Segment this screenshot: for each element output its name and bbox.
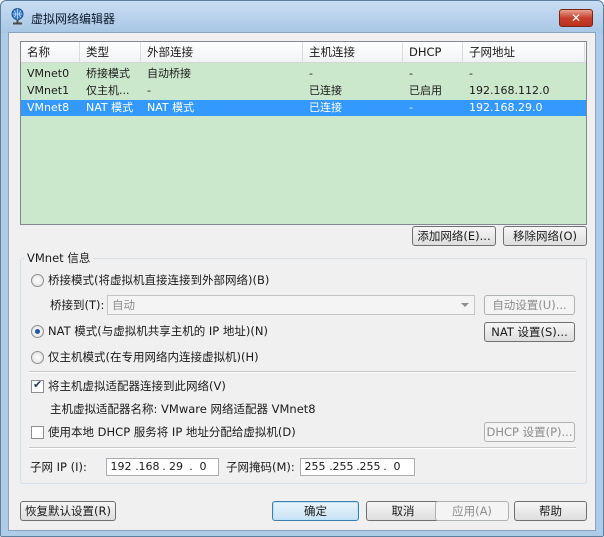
auto-settings-button[interactable]: 自动设置(U)... bbox=[484, 295, 575, 315]
subnet-mask-octet-3[interactable]: 255 bbox=[357, 459, 383, 475]
window-title: 虚拟网络编辑器 bbox=[31, 12, 116, 26]
column-header-subnet[interactable]: 子网地址 bbox=[463, 42, 585, 63]
dialog-client-area: 名称 类型 外部连接 主机连接 DHCP 子网地址 VMnet0 桥接模式 自动… bbox=[8, 32, 596, 531]
cell-dhcp: - bbox=[409, 67, 413, 80]
table-row-vmnet0[interactable]: VMnet0 桥接模式 自动桥接 - - - bbox=[21, 66, 586, 82]
subnet-ip-octet-1[interactable]: 192 bbox=[108, 459, 134, 475]
cell-host: - bbox=[309, 67, 313, 80]
subnet-mask-octet-1[interactable]: 255 bbox=[302, 459, 328, 475]
network-list-header: 名称 类型 外部连接 主机连接 DHCP 子网地址 bbox=[21, 42, 586, 63]
cell-dhcp: - bbox=[409, 101, 413, 114]
virtual-network-editor-window: 虚拟网络编辑器 ✕ 名称 类型 外部连接 主机连接 DHCP 子网地址 VMne… bbox=[0, 0, 604, 537]
column-header-type[interactable]: 类型 bbox=[80, 42, 141, 63]
cell-external: - bbox=[147, 84, 151, 97]
column-header-name[interactable]: 名称 bbox=[21, 42, 80, 63]
cell-dhcp: 已启用 bbox=[409, 84, 442, 97]
cell-type: 仅主机... bbox=[86, 84, 130, 97]
help-button[interactable]: 帮助 bbox=[514, 501, 587, 521]
subnet-mask-input[interactable]: 255 . 255 . 255 . 0 bbox=[300, 458, 415, 476]
separator bbox=[29, 371, 576, 373]
use-local-dhcp-label[interactable]: 使用本地 DHCP 服务将 IP 地址分配给虚拟机(D) bbox=[48, 425, 296, 439]
remove-network-button[interactable]: 移除网络(O) bbox=[503, 226, 587, 246]
cell-host: 已连接 bbox=[309, 101, 342, 114]
cell-subnet: - bbox=[469, 67, 473, 80]
cell-name: VMnet8 bbox=[27, 101, 70, 114]
cell-name: VMnet0 bbox=[27, 67, 70, 80]
subnet-ip-label: 子网 IP (I): bbox=[30, 460, 87, 474]
host-only-mode-label[interactable]: 仅主机模式(在专用网络内连接虚拟机)(H) bbox=[48, 350, 259, 364]
bridge-to-select[interactable]: 自动 bbox=[107, 295, 475, 315]
subnet-mask-octet-2[interactable]: 255 bbox=[330, 459, 356, 475]
restore-defaults-button[interactable]: 恢复默认设置(R) bbox=[20, 501, 116, 521]
subnet-mask-octet-4[interactable]: 0 bbox=[384, 459, 410, 475]
nat-mode-label[interactable]: NAT 模式(与虚拟机共享主机的 IP 地址)(N) bbox=[48, 324, 268, 338]
cancel-button[interactable]: 取消 bbox=[366, 501, 440, 521]
subnet-mask-label: 子网掩码(M): bbox=[226, 460, 295, 474]
network-globe-icon bbox=[11, 8, 24, 25]
cell-type: NAT 模式 bbox=[86, 101, 134, 114]
subnet-ip-input[interactable]: 192 . 168 . 29 . 0 bbox=[106, 458, 219, 476]
nat-mode-radio[interactable] bbox=[31, 325, 44, 338]
bridged-mode-radio[interactable] bbox=[31, 274, 44, 287]
bridge-to-value: 自动 bbox=[112, 298, 135, 312]
cell-subnet: 192.168.29.0 bbox=[469, 101, 543, 114]
network-list[interactable]: 名称 类型 外部连接 主机连接 DHCP 子网地址 VMnet0 桥接模式 自动… bbox=[20, 41, 587, 225]
bridge-to-label: 桥接到(T): bbox=[50, 298, 105, 312]
ok-button[interactable]: 确定 bbox=[272, 501, 359, 521]
cell-host: 已连接 bbox=[309, 84, 342, 97]
subnet-ip-octet-2[interactable]: 168 bbox=[136, 459, 162, 475]
separator bbox=[29, 447, 576, 449]
cell-name: VMnet1 bbox=[27, 84, 70, 97]
subnet-ip-octet-3[interactable]: 29 bbox=[163, 459, 189, 475]
bridged-mode-label[interactable]: 桥接模式(将虚拟机直接连接到外部网络)(B) bbox=[48, 273, 269, 287]
use-local-dhcp-checkbox[interactable] bbox=[31, 426, 44, 439]
connect-host-adapter-checkbox[interactable] bbox=[31, 378, 44, 393]
cell-external: 自动桥接 bbox=[147, 67, 191, 80]
table-row-vmnet1[interactable]: VMnet1 仅主机... - 已连接 已启用 192.168.112.0 bbox=[21, 83, 586, 99]
subnet-ip-octet-4[interactable]: 0 bbox=[190, 459, 216, 475]
dhcp-settings-button[interactable]: DHCP 设置(P)... bbox=[484, 422, 575, 442]
chevron-down-icon bbox=[461, 303, 469, 307]
add-network-button[interactable]: 添加网络(E)... bbox=[412, 226, 496, 246]
nat-settings-button[interactable]: NAT 设置(S)... bbox=[484, 322, 575, 342]
connect-host-adapter-label[interactable]: 将主机虚拟适配器连接到此网络(V) bbox=[48, 379, 226, 393]
column-header-host[interactable]: 主机连接 bbox=[303, 42, 403, 63]
vmnet-info-title: VMnet 信息 bbox=[24, 250, 94, 266]
cell-external: NAT 模式 bbox=[147, 101, 195, 114]
close-icon: ✕ bbox=[570, 11, 582, 25]
cell-type: 桥接模式 bbox=[86, 67, 130, 80]
apply-button[interactable]: 应用(A) bbox=[435, 501, 509, 521]
column-header-dhcp[interactable]: DHCP bbox=[403, 42, 463, 63]
cell-subnet: 192.168.112.0 bbox=[469, 84, 550, 97]
close-button[interactable]: ✕ bbox=[559, 9, 593, 27]
table-row-vmnet8[interactable]: VMnet8 NAT 模式 NAT 模式 已连接 - 192.168.29.0 bbox=[21, 100, 586, 116]
title-bar[interactable]: 虚拟网络编辑器 ✕ bbox=[1, 1, 603, 33]
column-header-external[interactable]: 外部连接 bbox=[141, 42, 303, 63]
host-only-mode-radio[interactable] bbox=[31, 351, 44, 364]
host-adapter-name: 主机虚拟适配器名称: VMware 网络适配器 VMnet8 bbox=[50, 402, 316, 416]
